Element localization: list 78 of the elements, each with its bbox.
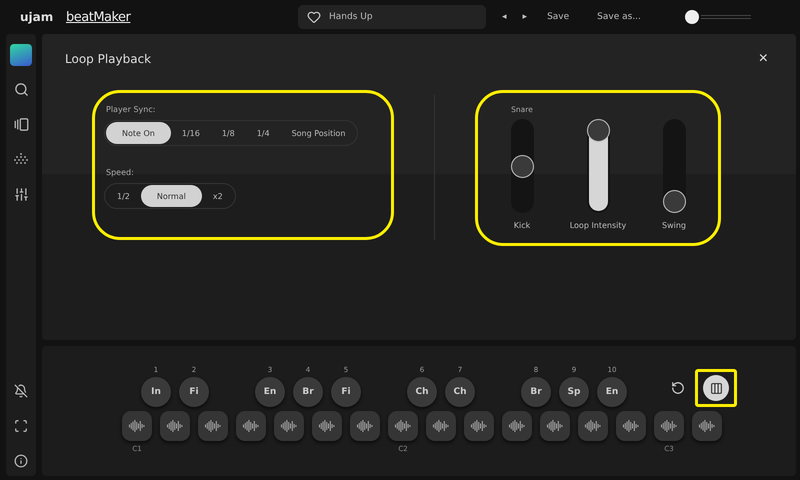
- slider-thumb[interactable]: [510, 154, 534, 178]
- save-button[interactable]: Save: [543, 10, 574, 24]
- waveform-icon: [661, 420, 677, 432]
- phrase-pad[interactable]: Br: [293, 377, 323, 407]
- waveform-icon: [395, 420, 411, 432]
- waveform-icon: [167, 420, 183, 432]
- waveform-icon: [433, 420, 449, 432]
- slider-thumb[interactable]: [586, 119, 610, 142]
- previous-button[interactable]: ◂: [498, 10, 511, 24]
- waveform-icon: [243, 420, 259, 432]
- settings-button[interactable]: [703, 375, 729, 401]
- wave-pad[interactable]: [616, 411, 646, 441]
- phrase-pad[interactable]: En: [255, 377, 285, 407]
- wave-pad[interactable]: [160, 411, 190, 441]
- speed-option[interactable]: x2: [202, 185, 234, 207]
- speed-label: Speed:: [106, 168, 135, 177]
- slider-thumb[interactable]: [662, 190, 686, 213]
- slider-label: Kick: [514, 221, 530, 230]
- slider-track[interactable]: [510, 119, 534, 213]
- waveform-icon: [623, 420, 639, 432]
- waveform-icon: [471, 420, 487, 432]
- wave-pad[interactable]: [274, 411, 304, 441]
- sync-option[interactable]: 1/4: [246, 122, 281, 144]
- preset-field[interactable]: Hands Up: [298, 5, 486, 29]
- next-button[interactable]: ▸: [518, 10, 532, 24]
- waveform-icon: [585, 420, 601, 432]
- waveform-icon: [281, 420, 297, 432]
- phrase-pad[interactable]: Fi: [179, 377, 209, 407]
- volume-knob[interactable]: [684, 10, 699, 24]
- waveform-icon: [357, 420, 373, 432]
- wave-pad[interactable]: [654, 411, 684, 441]
- waveform-icon: [509, 420, 525, 432]
- wave-pad[interactable]: [502, 411, 532, 441]
- phrase-pad[interactable]: Sp: [559, 377, 589, 407]
- sync-option[interactable]: 1/8: [210, 122, 246, 144]
- brand-logo: ujam: [20, 10, 54, 24]
- phrase-pad[interactable]: In: [141, 377, 171, 407]
- wave-pad[interactable]: [388, 411, 418, 441]
- phrase-pad[interactable]: Ch: [445, 377, 475, 407]
- player-sync-label: Player Sync:: [106, 105, 156, 114]
- phrase-pad[interactable]: Fi: [331, 377, 361, 407]
- wave-pad[interactable]: [464, 411, 494, 441]
- speed-option[interactable]: Normal: [140, 185, 202, 207]
- bell-off-icon[interactable]: [12, 382, 30, 400]
- app-logo-icon[interactable]: [10, 44, 32, 66]
- sync-option[interactable]: Note On: [106, 122, 171, 144]
- waveform-icon: [319, 420, 335, 432]
- sync-option[interactable]: 1/16: [170, 122, 211, 144]
- close-button[interactable]: ×: [754, 50, 772, 68]
- wave-pad[interactable]: [426, 411, 456, 441]
- wave-pad[interactable]: [578, 411, 608, 441]
- waveform-icon: [699, 420, 715, 432]
- info-icon[interactable]: [12, 452, 30, 470]
- heart-icon[interactable]: [307, 10, 321, 24]
- sync-option[interactable]: Song Position: [280, 122, 356, 144]
- wave-pad[interactable]: [122, 411, 152, 441]
- slider-label: Swing: [662, 221, 686, 230]
- wave-pad[interactable]: [236, 411, 266, 441]
- panel-title: Loop Playback: [65, 52, 152, 66]
- speed-option[interactable]: 1/2: [106, 185, 141, 207]
- slider-label: Loop Intensity: [570, 221, 626, 230]
- waveform-icon: [205, 420, 221, 432]
- wave-pad[interactable]: [198, 411, 228, 441]
- volume-track: [700, 15, 751, 19]
- waveform-icon: [129, 420, 145, 432]
- slider-track[interactable]: [662, 119, 686, 213]
- phrase-pad[interactable]: Br: [521, 377, 551, 407]
- save-as-button[interactable]: Save as...: [593, 10, 645, 24]
- product-logo: beatMaker: [66, 10, 132, 24]
- waveform-icon: [547, 420, 563, 432]
- wave-pad[interactable]: [350, 411, 380, 441]
- phrase-pad[interactable]: En: [597, 377, 627, 407]
- phrase-pad[interactable]: Ch: [407, 377, 437, 407]
- wave-pad[interactable]: [312, 411, 342, 441]
- columns-icon: [710, 382, 722, 394]
- wave-pad[interactable]: [540, 411, 570, 441]
- fullscreen-icon[interactable]: [12, 417, 30, 435]
- wave-pad[interactable]: [692, 411, 722, 441]
